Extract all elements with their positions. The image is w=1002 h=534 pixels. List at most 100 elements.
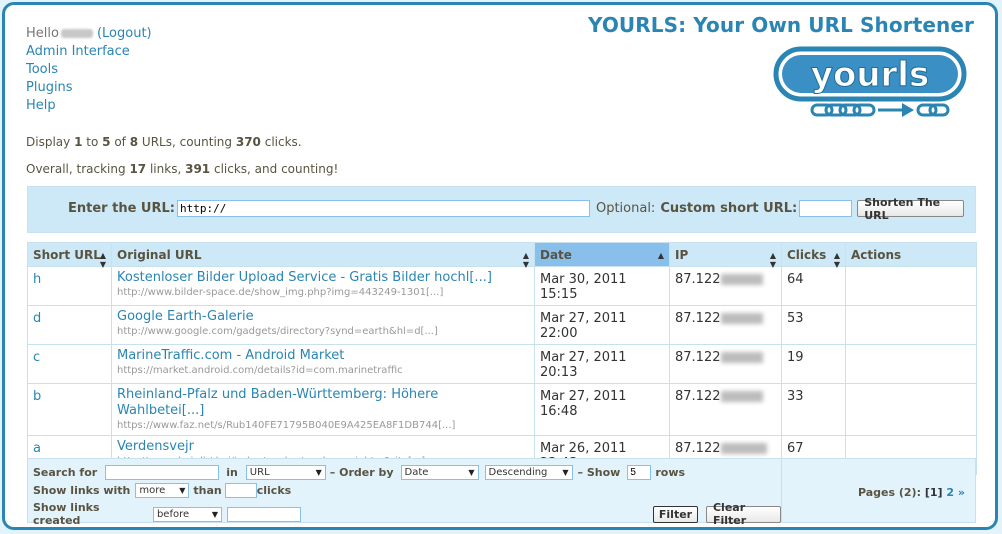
ip-cell: 87.122 <box>669 266 782 306</box>
sort-direction-select[interactable]: Descending ▼ <box>484 465 573 480</box>
ip-cell: 87.122 <box>669 305 782 345</box>
original-url-text: http://www.bilder-space.de/show_img.php?… <box>117 287 444 298</box>
click-count-input[interactable] <box>224 483 257 498</box>
date-cell: Mar 27, 2011 22:00 <box>534 305 670 345</box>
original-url-title-link[interactable]: Verdensvejr <box>117 439 529 455</box>
table-row: c MarineTraffic.com - Android Market http… <box>27 344 977 384</box>
sort-icon: ▲ ▼ <box>833 251 840 269</box>
custom-short-url-label: Custom short URL: <box>660 201 798 216</box>
sort-icon: ▲ ▼ <box>99 251 106 269</box>
short-url-link[interactable]: a <box>33 441 41 456</box>
original-url-text: https://market.android.com/details?id=co… <box>117 365 403 376</box>
short-url-link[interactable]: h <box>33 272 41 287</box>
clicks-cell: 19 <box>781 344 846 384</box>
chevron-down-icon: ▼ <box>468 468 475 477</box>
username-blurred <box>60 29 93 38</box>
short-url-link[interactable]: c <box>33 350 40 365</box>
new-url-form: Enter the URL: Optional: Custom short UR… <box>68 196 965 222</box>
date-filter-row: Show links created before ▼ Filter Clear … <box>33 501 782 527</box>
chevron-down-icon: ▼ <box>179 486 186 495</box>
table-header-row: Short URL ▲ ▼ Original URL ▲ ▼ Date ▲ IP ▲ ▼ Cl… <box>27 242 977 269</box>
filter-button[interactable]: Filter <box>652 505 698 523</box>
pagination: Pages (2): [1] 2 » <box>857 486 965 499</box>
arrow-right-icon <box>902 103 914 117</box>
chevron-down-icon: ▼ <box>562 468 569 477</box>
next-page-icon[interactable]: » <box>958 486 965 499</box>
logo-text: yourls <box>811 55 929 95</box>
clicks-cell: 64 <box>781 266 846 306</box>
original-url-title-link[interactable]: Rheinland-Pfalz und Baden-Württemberg: H… <box>117 387 529 419</box>
date-comparison-select[interactable]: before ▼ <box>152 506 222 522</box>
clear-filter-button[interactable]: Clear Filter <box>705 501 782 527</box>
column-header-clicks[interactable]: Clicks ▲ ▼ <box>781 242 846 269</box>
date-cell: Mar 27, 2011 20:13 <box>534 344 670 384</box>
column-header-date[interactable]: Date ▲ <box>534 242 670 267</box>
chevron-down-icon: ▼ <box>315 468 322 477</box>
pagination-area: Pages (2): [1] 2 » <box>782 459 975 522</box>
yourls-logo[interactable]: yourls <box>772 45 968 123</box>
help-link[interactable]: Help <box>26 98 56 113</box>
clicks-cell: 33 <box>781 383 846 436</box>
admin-menu: Hello (Logout) Admin Interface Tools Plug… <box>26 25 152 115</box>
plugins-link[interactable]: Plugins <box>26 80 73 95</box>
page-link-2[interactable]: 2 <box>946 486 954 499</box>
date-cell: Mar 27, 2011 16:48 <box>534 383 670 436</box>
new-url-panel: Enter the URL: Optional: Custom short UR… <box>27 186 976 233</box>
admin-interface-link[interactable]: Admin Interface <box>26 44 130 59</box>
date-cell: Mar 30, 2011 15:15 <box>534 266 670 306</box>
search-row: Search for in URL ▼ – Order by Date ▼ Desc… <box>33 465 685 480</box>
current-page: [1] <box>924 486 943 499</box>
search-in-select[interactable]: URL ▼ <box>245 465 326 480</box>
click-comparison-select[interactable]: more ▼ <box>135 483 190 498</box>
column-header-original-url[interactable]: Original URL ▲ ▼ <box>111 242 535 269</box>
ip-cell: 87.122 <box>669 383 782 436</box>
original-url-title-link[interactable]: Google Earth-Galerie <box>117 309 529 325</box>
filter-controls: Search for in URL ▼ – Order by Date ▼ Desc… <box>28 459 782 527</box>
rows-per-page-input[interactable] <box>627 465 652 480</box>
actions-cell <box>845 266 977 306</box>
column-header-short-url[interactable]: Short URL ▲ ▼ <box>27 242 112 269</box>
logout-link[interactable]: (Logout) <box>97 26 152 41</box>
ip-blurred <box>720 274 763 285</box>
actions-cell <box>845 383 977 436</box>
table-row: b Rheinland-Pfalz und Baden-Württemberg:… <box>27 383 977 436</box>
site-title[interactable]: YOURLS: Your Own URL Shortener <box>588 13 974 37</box>
actions-cell <box>845 305 977 345</box>
ip-cell: 87.122 <box>669 344 782 384</box>
shorten-url-button[interactable]: Shorten The URL <box>857 196 965 222</box>
actions-cell <box>845 344 977 384</box>
display-stats: Display 1 to 5 of 8 URLs, counting 370 c… <box>26 135 302 149</box>
original-url-title-link[interactable]: Kostenloser Bilder Upload Service - Grat… <box>117 270 529 286</box>
filter-panel: Search for in URL ▼ – Order by Date ▼ Desc… <box>27 458 976 527</box>
original-url-text: http://www.google.com/gadgets/directory?… <box>117 326 438 337</box>
ip-blurred <box>720 391 763 402</box>
chevron-down-icon: ▼ <box>211 509 218 519</box>
chain-link-icon <box>810 103 904 117</box>
page-wrapper: Hello (Logout) Admin Interface Tools Plug… <box>2 2 998 530</box>
table-row: d Google Earth-Galerie http://www.google.… <box>27 305 977 345</box>
short-url-link[interactable]: b <box>33 389 41 404</box>
column-header-actions: Actions <box>845 242 977 267</box>
tools-link[interactable]: Tools <box>26 62 58 77</box>
search-input[interactable] <box>105 465 220 480</box>
original-url-text: https://www.faz.net/s/Rub140FE71795B040E… <box>117 420 456 431</box>
greeting-line: Hello (Logout) <box>26 25 152 43</box>
sort-ascending-icon: ▲ <box>657 251 664 260</box>
sort-icon: ▲ ▼ <box>769 251 776 269</box>
optional-label: Optional: <box>595 201 656 216</box>
custom-short-url-input[interactable] <box>799 200 853 217</box>
ip-blurred <box>720 352 763 363</box>
ip-blurred <box>720 313 763 324</box>
date-input[interactable] <box>226 506 301 522</box>
url-table: Short URL ▲ ▼ Original URL ▲ ▼ Date ▲ IP ▲ ▼ Cl… <box>27 242 977 475</box>
order-by-select[interactable]: Date ▼ <box>400 465 479 480</box>
url-input[interactable] <box>176 200 590 217</box>
table-row: h Kostenloser Bilder Upload Service - Gr… <box>27 266 977 306</box>
short-url-link[interactable]: d <box>33 311 41 326</box>
overall-stats: Overall, tracking 17 links, 391 clicks, … <box>26 162 339 176</box>
click-filter-row: Show links with more ▼ than clicks <box>33 483 292 498</box>
original-url-title-link[interactable]: MarineTraffic.com - Android Market <box>117 348 529 364</box>
sort-icon: ▲ ▼ <box>522 251 529 269</box>
column-header-ip[interactable]: IP ▲ ▼ <box>669 242 782 269</box>
enter-url-label: Enter the URL: <box>68 201 175 216</box>
